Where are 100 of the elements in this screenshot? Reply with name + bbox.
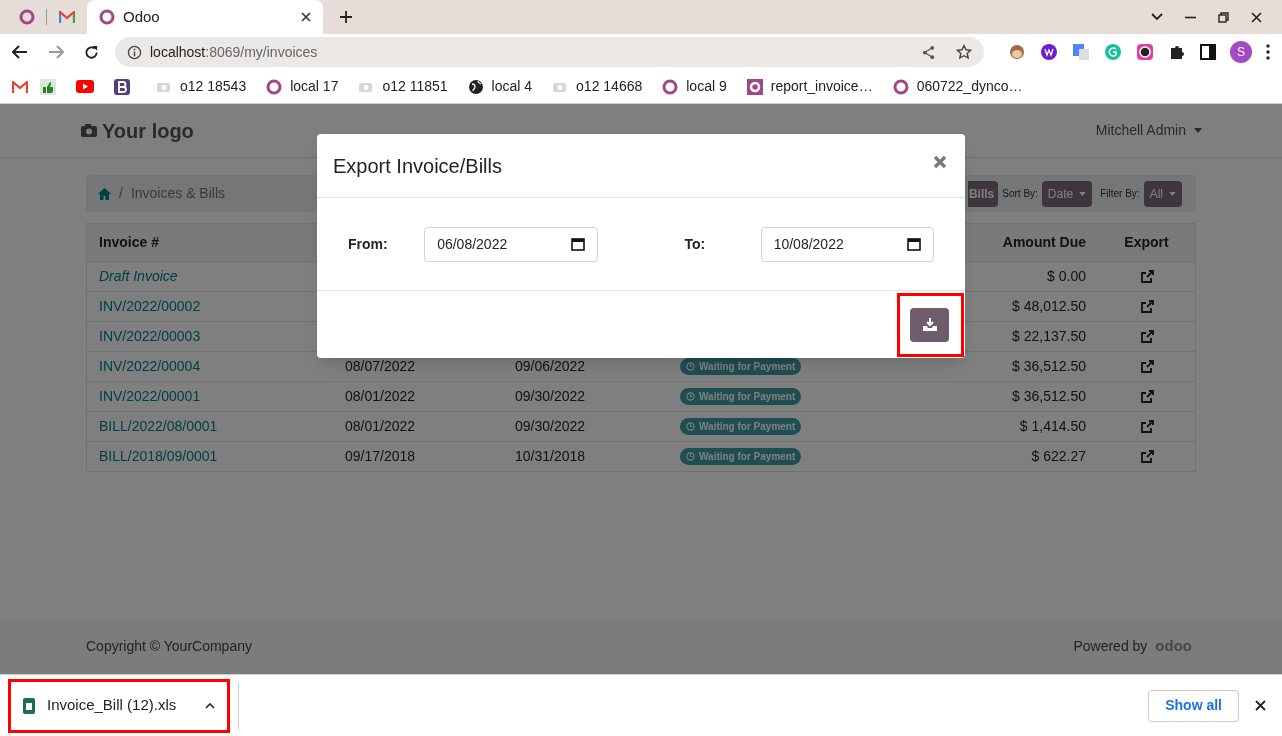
user-menu[interactable]: Mitchell Admin	[1095, 120, 1202, 141]
from-date-field[interactable]: 06/08/2022	[424, 226, 598, 262]
amount-due: $ 36,512.50	[1012, 357, 1086, 376]
to-label: To:	[684, 234, 707, 254]
column-header: Invoice #	[98, 233, 160, 252]
invoice-link[interactable]: INV/2022/00001	[87, 386, 213, 407]
show-all-button[interactable]: Show all	[1148, 689, 1239, 722]
clock-icon	[686, 392, 695, 401]
info-icon[interactable]	[127, 44, 142, 60]
new-tab-icon[interactable]	[339, 10, 353, 24]
external-link-icon[interactable]	[1139, 269, 1154, 284]
color-ring-icon[interactable]	[1136, 43, 1154, 61]
caret-icon	[1194, 128, 1202, 133]
invoice-date: 08/07/2022	[344, 358, 417, 374]
bootstrap-icon[interactable]	[114, 78, 130, 95]
clock-icon	[686, 362, 695, 371]
highlight-frame	[897, 293, 964, 357]
external-link-icon[interactable]	[1139, 299, 1154, 314]
side-panel-icon[interactable]	[1200, 44, 1216, 60]
bookmark[interactable]: local 4	[461, 72, 539, 101]
minimize-icon[interactable]	[1185, 15, 1196, 19]
bookmark[interactable]: o12 11851	[352, 72, 454, 101]
invoice-link[interactable]: INV/2022/00004	[87, 356, 213, 377]
caret-icon	[1169, 191, 1176, 196]
breadcrumb-separator: /	[119, 184, 123, 203]
translate-icon[interactable]	[1072, 43, 1090, 61]
amount-due: $ 36,512.50	[1012, 387, 1086, 406]
invoice-link[interactable]: BILL/2018/09/0001	[87, 446, 230, 467]
bookmark[interactable]: o12 18543	[150, 72, 253, 101]
copyright-text: Copyright © YourCompany	[86, 637, 252, 656]
due-date: 09/30/2022	[514, 388, 587, 404]
invoice-link[interactable]: Draft Invoice	[87, 266, 190, 287]
menu-icon[interactable]	[1266, 44, 1270, 60]
odoo-icon	[662, 78, 679, 95]
status-badge: Waiting for Payment	[680, 418, 802, 435]
odoo-icon	[892, 78, 909, 95]
chevron-down-icon[interactable]	[1151, 13, 1163, 21]
mail-icon[interactable]	[12, 80, 28, 93]
thumbs-up-icon[interactable]	[40, 78, 56, 95]
reload-icon[interactable]	[84, 44, 99, 60]
odoo-icon	[19, 9, 35, 25]
sort-dropdown[interactable]: Date	[1041, 180, 1093, 207]
status-badge: Waiting for Payment	[680, 388, 802, 405]
bookmark[interactable]: local 9	[656, 72, 733, 101]
invoice-date: 09/17/2018	[344, 448, 417, 464]
external-link-icon[interactable]	[1139, 389, 1154, 404]
invoice-link[interactable]: INV/2022/00003	[87, 326, 213, 347]
group-by-button[interactable]: Bills	[967, 180, 999, 207]
export-button[interactable]	[910, 307, 949, 342]
bookmark[interactable]: report_invoice…	[740, 72, 879, 101]
amount-due: $ 622.27	[1031, 447, 1086, 466]
calendar-icon[interactable]	[907, 237, 921, 251]
odoo-icon	[746, 78, 763, 95]
chevron-up-icon[interactable]	[205, 702, 215, 709]
odoo-icon	[99, 9, 115, 25]
invoice-link[interactable]: INV/2022/00002	[87, 296, 213, 317]
address-bar[interactable]: localhost:8069/my/invoices	[115, 37, 984, 67]
star-icon[interactable]	[956, 44, 972, 60]
camera-icon	[80, 123, 98, 138]
profile-avatar[interactable]: S	[1230, 41, 1252, 63]
bookmark[interactable]: local 17	[260, 72, 345, 101]
external-link-icon[interactable]	[1139, 419, 1154, 434]
video-icon[interactable]	[76, 80, 94, 93]
download-item[interactable]: Invoice_Bill (12).xls	[8, 678, 230, 733]
browser-tab[interactable]: Odoo	[87, 0, 323, 34]
external-link-icon[interactable]	[1139, 329, 1154, 344]
share-icon[interactable]	[921, 44, 936, 60]
extension-icon[interactable]	[1040, 43, 1058, 61]
home-icon[interactable]	[98, 187, 111, 200]
spreadsheet-file-icon	[23, 697, 35, 714]
external-link-icon[interactable]	[1139, 449, 1154, 464]
close-icon[interactable]	[1251, 11, 1262, 23]
forward-icon[interactable]	[48, 45, 64, 59]
status-badge: Waiting for Payment	[680, 358, 802, 375]
bookmark[interactable]: 060722_dynco…	[886, 72, 1029, 101]
amount-due: $ 48,012.50	[1012, 297, 1086, 316]
sort-label: Sort By:	[1002, 187, 1038, 201]
clock-icon	[686, 422, 695, 431]
filter-label: Filter By:	[1100, 187, 1140, 201]
back-icon[interactable]	[12, 45, 28, 59]
due-date: 10/31/2018	[514, 448, 587, 464]
breadcrumb-item: Invoices & Bills	[130, 184, 226, 203]
calendar-icon[interactable]	[570, 237, 585, 251]
to-date-field[interactable]: 10/08/2022	[760, 226, 934, 262]
caret-icon	[1079, 191, 1087, 196]
company-logo[interactable]: Your logo	[80, 115, 194, 146]
invoice-date: 08/01/2022	[344, 388, 417, 404]
column-header: Export	[1124, 233, 1169, 252]
external-link-icon[interactable]	[1139, 359, 1154, 374]
invoice-link[interactable]: BILL/2022/08/0001	[87, 416, 230, 437]
restore-icon[interactable]	[1218, 11, 1229, 23]
due-date: 09/06/2022	[514, 358, 587, 374]
close-icon[interactable]	[1255, 700, 1266, 711]
powered-by-text: Powered by	[1073, 637, 1148, 656]
bookmark[interactable]: o12 14668	[546, 72, 649, 101]
close-icon[interactable]	[301, 12, 311, 22]
puzzle-icon[interactable]	[1168, 43, 1186, 61]
download-icon	[922, 318, 937, 331]
filter-dropdown[interactable]: All	[1143, 180, 1182, 207]
from-label: From:	[348, 234, 389, 254]
